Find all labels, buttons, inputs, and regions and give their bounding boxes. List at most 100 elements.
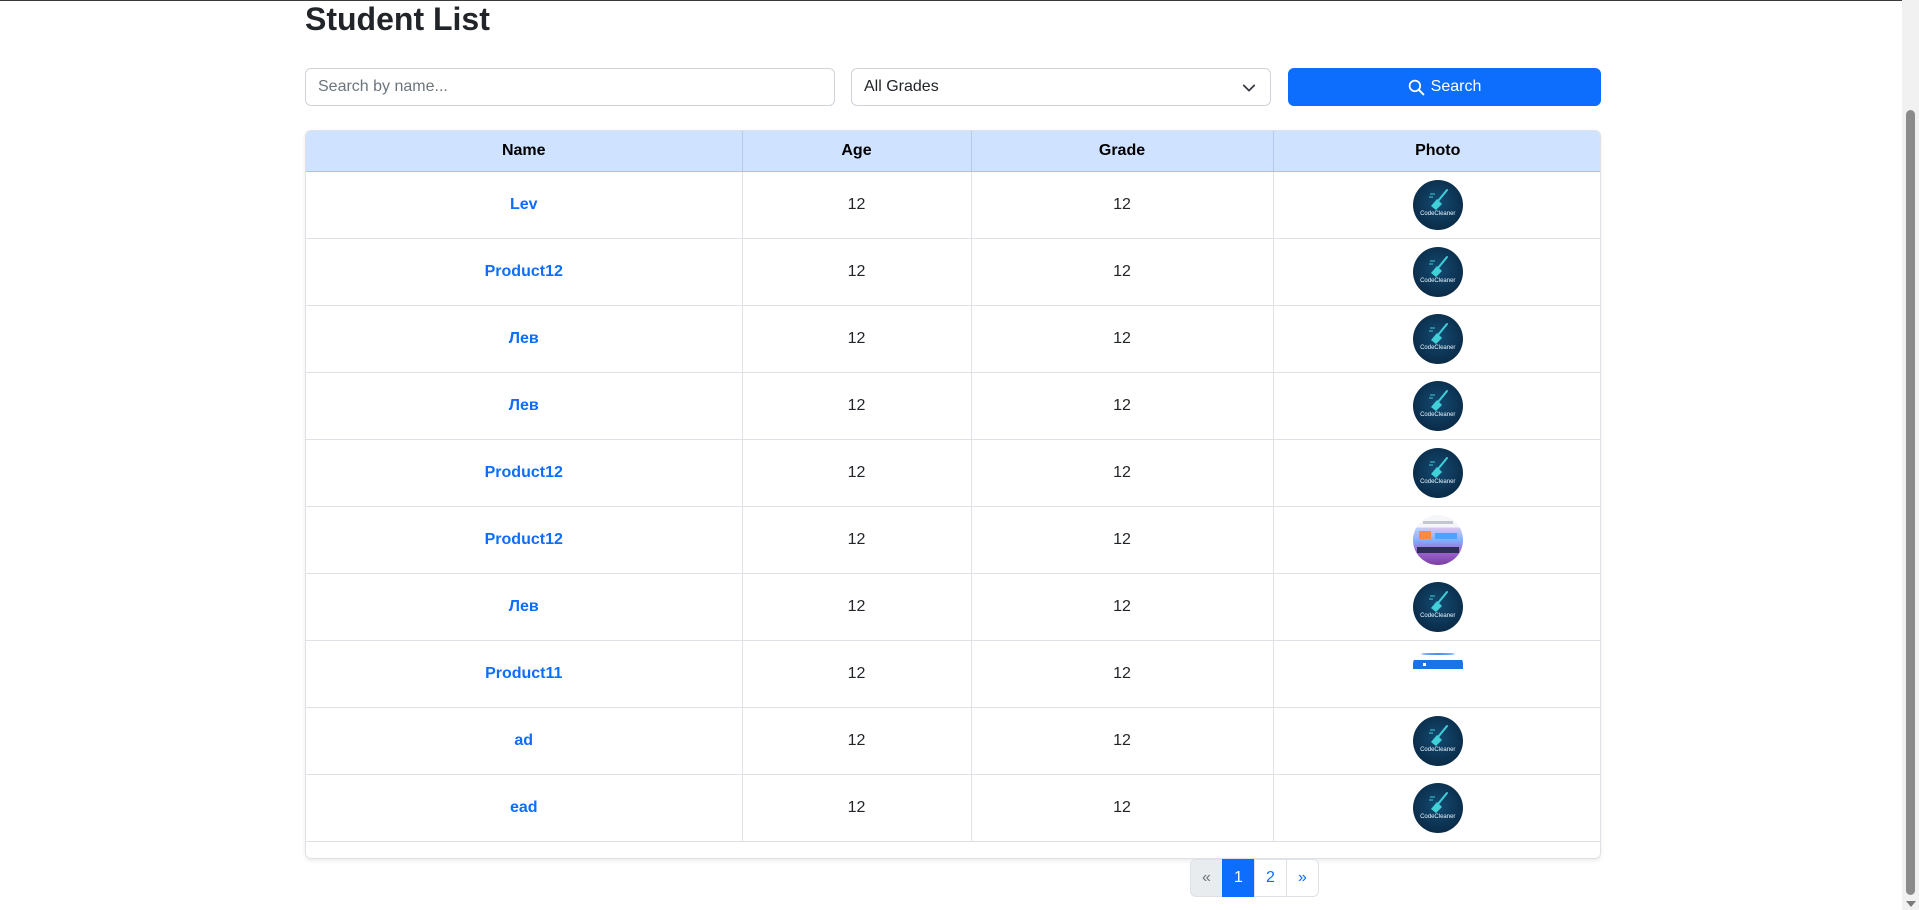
student-name-link[interactable]: ad bbox=[514, 732, 533, 749]
student-name-link[interactable]: Product12 bbox=[485, 263, 563, 280]
cell-grade: 12 bbox=[971, 506, 1274, 574]
broom-icon bbox=[1428, 591, 1448, 612]
cell-age: 12 bbox=[742, 640, 972, 708]
broom-icon bbox=[1428, 323, 1448, 344]
logo-text: CodeCleaner bbox=[1420, 211, 1456, 217]
cell-name: Лев bbox=[306, 372, 743, 440]
table-row: Лев 12 12 CodeCleaner bbox=[306, 305, 1600, 373]
cell-grade: 12 bbox=[971, 171, 1274, 239]
table-row: Лев 12 12 CodeCleaner bbox=[306, 372, 1600, 440]
cell-age: 12 bbox=[742, 238, 972, 306]
student-photo-codecleaner-logo[interactable]: CodeCleaner bbox=[1412, 381, 1463, 431]
window-top-border bbox=[0, 0, 1919, 1]
search-button[interactable]: Search bbox=[1288, 68, 1601, 106]
cell-grade: 12 bbox=[971, 372, 1274, 440]
table-row: Lev 12 12 CodeCleaner bbox=[306, 171, 1600, 239]
broom-icon bbox=[1428, 189, 1448, 210]
column-header-age[interactable]: Age bbox=[742, 131, 972, 172]
student-name-link[interactable]: ead bbox=[510, 799, 538, 816]
search-button-label: Search bbox=[1430, 78, 1482, 95]
scroll-down-arrow-icon[interactable] bbox=[1906, 901, 1916, 907]
student-photo-codecleaner-logo[interactable]: CodeCleaner bbox=[1412, 180, 1463, 230]
student-name-link[interactable]: Product12 bbox=[485, 531, 563, 548]
student-name-link[interactable]: Лев bbox=[509, 598, 539, 615]
cell-grade: 12 bbox=[971, 439, 1274, 507]
student-photo-screenshot-collage[interactable] bbox=[1412, 515, 1463, 565]
cell-age: 12 bbox=[742, 506, 972, 574]
cell-photo: CodeCleaner bbox=[1273, 171, 1600, 239]
pagination-prev[interactable]: « bbox=[1190, 859, 1223, 897]
student-photo-codecleaner-logo[interactable]: CodeCleaner bbox=[1412, 314, 1463, 364]
filter-row: All Grades Search bbox=[305, 68, 1601, 106]
table-row: ead 12 12 CodeCleaner bbox=[306, 774, 1600, 842]
logo-text: CodeCleaner bbox=[1420, 278, 1456, 284]
cell-grade: 12 bbox=[971, 774, 1274, 842]
cell-age: 12 bbox=[742, 774, 972, 842]
student-name-link[interactable]: Lev bbox=[510, 196, 538, 213]
cell-photo: CodeCleaner bbox=[1273, 439, 1600, 507]
student-photo-codecleaner-logo[interactable]: CodeCleaner bbox=[1412, 448, 1463, 498]
cell-name: ad bbox=[306, 707, 743, 775]
cell-photo: CodeCleaner bbox=[1273, 305, 1600, 373]
cell-grade: 12 bbox=[971, 640, 1274, 708]
page-title: Student List bbox=[305, 1, 490, 37]
chevron-down-icon bbox=[1242, 84, 1256, 92]
cell-age: 12 bbox=[742, 171, 972, 239]
column-header-grade[interactable]: Grade bbox=[971, 131, 1274, 172]
broom-icon bbox=[1428, 725, 1448, 746]
broom-icon bbox=[1428, 390, 1448, 411]
student-name-link[interactable]: Лев bbox=[509, 397, 539, 414]
pagination-next[interactable]: » bbox=[1286, 859, 1319, 897]
table-row: Product12 12 12 CodeCleaner bbox=[306, 238, 1600, 306]
table-row: Product12 12 12 bbox=[306, 506, 1600, 574]
student-name-link[interactable]: Product11 bbox=[485, 665, 562, 682]
logo-text: CodeCleaner bbox=[1420, 345, 1456, 351]
broom-icon bbox=[1428, 792, 1448, 813]
student-photo-codecleaner-logo[interactable]: CodeCleaner bbox=[1412, 716, 1463, 766]
student-name-link[interactable]: Product12 bbox=[485, 464, 563, 481]
student-photo-codecleaner-logo[interactable]: CodeCleaner bbox=[1412, 582, 1463, 632]
cell-photo: CodeCleaner bbox=[1273, 774, 1600, 842]
cell-grade: 12 bbox=[971, 305, 1274, 373]
cell-name: Product12 bbox=[306, 439, 743, 507]
pagination: « 1 2 » bbox=[1190, 859, 1319, 897]
cell-name: Lev bbox=[306, 171, 743, 239]
student-table: Name Age Grade Photo Lev 12 12 CodeCleaner P… bbox=[306, 131, 1600, 842]
cell-photo bbox=[1273, 506, 1600, 574]
table-row: Лев 12 12 CodeCleaner bbox=[306, 573, 1600, 641]
logo-text: CodeCleaner bbox=[1420, 747, 1456, 753]
student-photo-codecleaner-logo[interactable]: CodeCleaner bbox=[1412, 783, 1463, 833]
scrollbar-thumb[interactable] bbox=[1906, 110, 1915, 895]
vertical-scrollbar[interactable] bbox=[1902, 0, 1919, 910]
cell-name: Лев bbox=[306, 573, 743, 641]
cell-grade: 12 bbox=[971, 707, 1274, 775]
search-input[interactable] bbox=[305, 68, 835, 106]
table-row: Product11 12 12 bbox=[306, 640, 1600, 708]
logo-text: CodeCleaner bbox=[1420, 814, 1456, 820]
cell-grade: 12 bbox=[971, 573, 1274, 641]
cell-name: Product12 bbox=[306, 506, 743, 574]
cell-photo: CodeCleaner bbox=[1273, 707, 1600, 775]
cell-name: Product12 bbox=[306, 238, 743, 306]
cell-grade: 12 bbox=[971, 238, 1274, 306]
pagination-page-1[interactable]: 1 bbox=[1222, 859, 1255, 897]
table-header-row: Name Age Grade Photo bbox=[306, 131, 1600, 172]
student-name-link[interactable]: Лев bbox=[509, 330, 539, 347]
cell-age: 12 bbox=[742, 707, 972, 775]
student-photo-blue-banner[interactable] bbox=[1412, 649, 1463, 699]
cell-age: 12 bbox=[742, 305, 972, 373]
cell-photo: CodeCleaner bbox=[1273, 573, 1600, 641]
cell-photo bbox=[1273, 640, 1600, 708]
column-header-photo: Photo bbox=[1273, 131, 1600, 172]
grade-select-value: All Grades bbox=[864, 78, 939, 95]
pagination-page-2[interactable]: 2 bbox=[1254, 859, 1287, 897]
cell-age: 12 bbox=[742, 372, 972, 440]
column-header-name[interactable]: Name bbox=[306, 131, 743, 172]
logo-text: CodeCleaner bbox=[1420, 479, 1456, 485]
cell-photo: CodeCleaner bbox=[1273, 238, 1600, 306]
broom-icon bbox=[1428, 256, 1448, 277]
grade-select[interactable]: All Grades bbox=[851, 68, 1271, 106]
logo-text: CodeCleaner bbox=[1420, 412, 1456, 418]
student-photo-codecleaner-logo[interactable]: CodeCleaner bbox=[1412, 247, 1463, 297]
logo-text: CodeCleaner bbox=[1420, 613, 1456, 619]
